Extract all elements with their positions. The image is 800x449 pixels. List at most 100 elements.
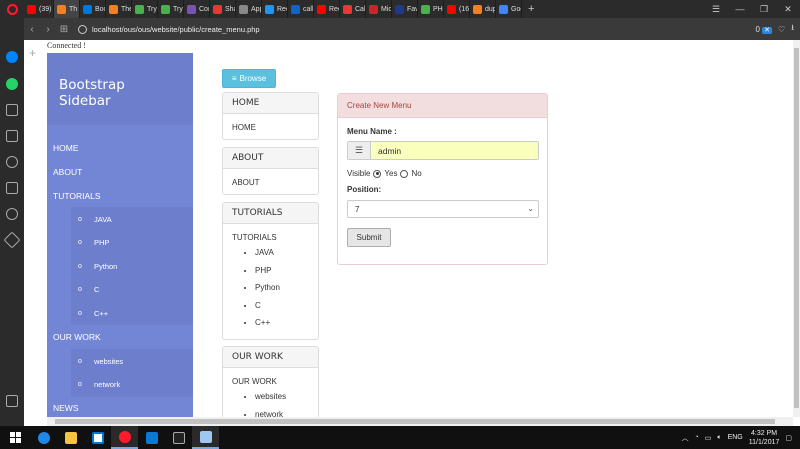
heart-sidebar-icon[interactable] (6, 156, 18, 168)
tab-favicon-icon (265, 4, 274, 14)
list-item: Python (255, 279, 309, 297)
visible-yes-radio[interactable] (373, 169, 382, 178)
tab-favicon-icon (317, 4, 326, 14)
tutorials-list: JAVAPHPPythonCC++ (232, 244, 309, 332)
terminal-taskbar-icon[interactable] (165, 426, 192, 449)
browser-tab[interactable]: Com (184, 0, 210, 18)
chevron-up-icon[interactable]: ︿ (682, 433, 689, 443)
minimize-button[interactable]: — (728, 4, 752, 14)
maximize-button[interactable]: ❐ (752, 4, 776, 15)
browser-tab[interactable]: Call (340, 0, 366, 18)
windows-start-button[interactable] (0, 432, 30, 443)
browser-tab[interactable]: App (236, 0, 262, 18)
vertical-scroll-thumb[interactable] (794, 48, 799, 408)
heart-icon[interactable]: ♡ (778, 25, 785, 34)
tab-list: (39)Th✕ Boot The TryIt TryIt Com Shar App Recu ca… (24, 0, 522, 18)
sidebar-item-about[interactable]: ABOUT (53, 167, 82, 177)
sidebar-subitem[interactable]: o JAVA (71, 207, 193, 231)
sidebar-item-our-work[interactable]: OUR WORK (53, 332, 101, 342)
browser-tab[interactable]: Micr (366, 0, 392, 18)
whatsapp-icon[interactable] (6, 78, 18, 90)
store-taskbar-icon[interactable] (84, 426, 111, 449)
notifications-icon[interactable]: ▢ (785, 434, 792, 442)
language-indicator[interactable]: ENG (728, 434, 743, 441)
volume-icon[interactable]: 🔈︎ (717, 434, 721, 442)
menu-name-group: ☰ (347, 141, 539, 160)
tab-label: (16) (459, 5, 470, 13)
vscode-taskbar-icon[interactable] (138, 426, 165, 449)
panel-heading[interactable]: OUR WORK (223, 347, 318, 368)
vertical-scrollbar[interactable] (793, 40, 800, 417)
sidebar-subitem[interactable]: oC (71, 277, 193, 302)
browser-tab[interactable]: Reco (314, 0, 340, 18)
back-button[interactable]: ‹ (24, 24, 40, 35)
file-explorer-taskbar-icon[interactable] (57, 426, 84, 449)
apps-grid-icon[interactable] (6, 130, 18, 142)
news-icon[interactable] (6, 182, 18, 194)
speed-dial-icon[interactable]: ⊞ (56, 24, 72, 35)
clock[interactable]: 4:32 PM 11/1/2017 (749, 429, 780, 447)
browser-tab[interactable]: Boot (80, 0, 106, 18)
opera-taskbar-icon[interactable] (111, 426, 138, 449)
tab-label: Micr (381, 5, 392, 13)
url-field[interactable]: localhost/ous/ous/website/public/create_… (78, 22, 749, 36)
opera-menu-icon[interactable] (0, 0, 24, 18)
battery-icon[interactable]: ▭ (705, 434, 712, 442)
sidebar-subitem[interactable]: o Python (71, 254, 193, 278)
sidebar-subitem-label: Python (94, 261, 118, 271)
sidebar-subitem[interactable]: o websites (71, 349, 193, 373)
list-icon: ≡ (231, 74, 237, 83)
panel-heading[interactable]: HOME (223, 93, 318, 114)
create-menu-heading: Create New Menu (338, 94, 547, 118)
position-select[interactable]: 7 ⌄ (347, 200, 539, 218)
list-item: websites (255, 388, 309, 406)
browser-tab[interactable]: Favi (392, 0, 418, 18)
app-taskbar-icon[interactable] (192, 426, 219, 449)
close-window-button[interactable]: ✕ (776, 4, 800, 15)
new-tab-button[interactable]: + (522, 3, 540, 15)
network-icon[interactable]: ◔ (695, 434, 699, 441)
download-icon[interactable]: ⭳ (791, 22, 794, 36)
panel-heading[interactable]: ABOUT (223, 148, 318, 169)
browser-tab[interactable]: Goo (496, 0, 522, 18)
sidebar-item-home[interactable]: HOME (53, 143, 79, 153)
browser-tab[interactable]: The (106, 0, 132, 18)
browser-tab[interactable]: TryIt (158, 0, 184, 18)
ad-block-counter[interactable]: 0 ✕ (755, 25, 773, 34)
sidebar-subitem[interactable]: o PHP (71, 230, 193, 255)
visible-no-radio[interactable] (400, 169, 409, 178)
sidebar-toggle-icon[interactable] (6, 395, 18, 407)
add-panel-icon[interactable]: + (29, 46, 36, 60)
browser-tab[interactable]: Recu (262, 0, 288, 18)
sidebar-subitem[interactable]: o network (71, 372, 193, 397)
menu-name-input[interactable] (371, 142, 538, 159)
list-item: JAVA (255, 244, 309, 262)
sidebar-header: Bootstrap Sidebar (47, 53, 193, 125)
tab-label: App (251, 5, 261, 13)
history-icon[interactable] (6, 208, 18, 220)
submit-button[interactable]: Submit (347, 228, 391, 247)
tab-menu-icon[interactable]: ☰ (704, 4, 728, 15)
browser-tab[interactable]: TryIt (132, 0, 158, 18)
forward-button[interactable]: › (40, 24, 56, 35)
camera-icon[interactable] (6, 104, 18, 116)
tab-label: Th (69, 5, 78, 13)
browser-tab[interactable]: (16) (444, 0, 470, 18)
browser-tab[interactable]: Shar (210, 0, 236, 18)
sidebar-subitem[interactable]: o C++ (71, 301, 193, 325)
bullet-icon: o (78, 239, 82, 246)
messenger-icon[interactable] (6, 51, 18, 63)
horizontal-scrollbar[interactable] (47, 417, 793, 426)
sidebar-item-tutorials[interactable]: TUTORIALS (53, 191, 101, 201)
edge-taskbar-icon[interactable] (30, 426, 57, 449)
browser-tab[interactable]: Th✕ (54, 0, 80, 18)
browser-tab[interactable]: call (288, 0, 314, 18)
browser-tab[interactable]: dupl (470, 0, 496, 18)
extensions-icon[interactable] (3, 231, 21, 249)
browse-button[interactable]: ≡ Browse (222, 69, 276, 88)
horizontal-scroll-thumb[interactable] (55, 419, 775, 424)
sidebar-item-news[interactable]: NEWS (53, 403, 79, 413)
browser-tab[interactable]: PHF (418, 0, 444, 18)
browser-tab[interactable]: (39) (24, 0, 54, 18)
panel-heading[interactable]: TUTORIALS (223, 203, 318, 224)
